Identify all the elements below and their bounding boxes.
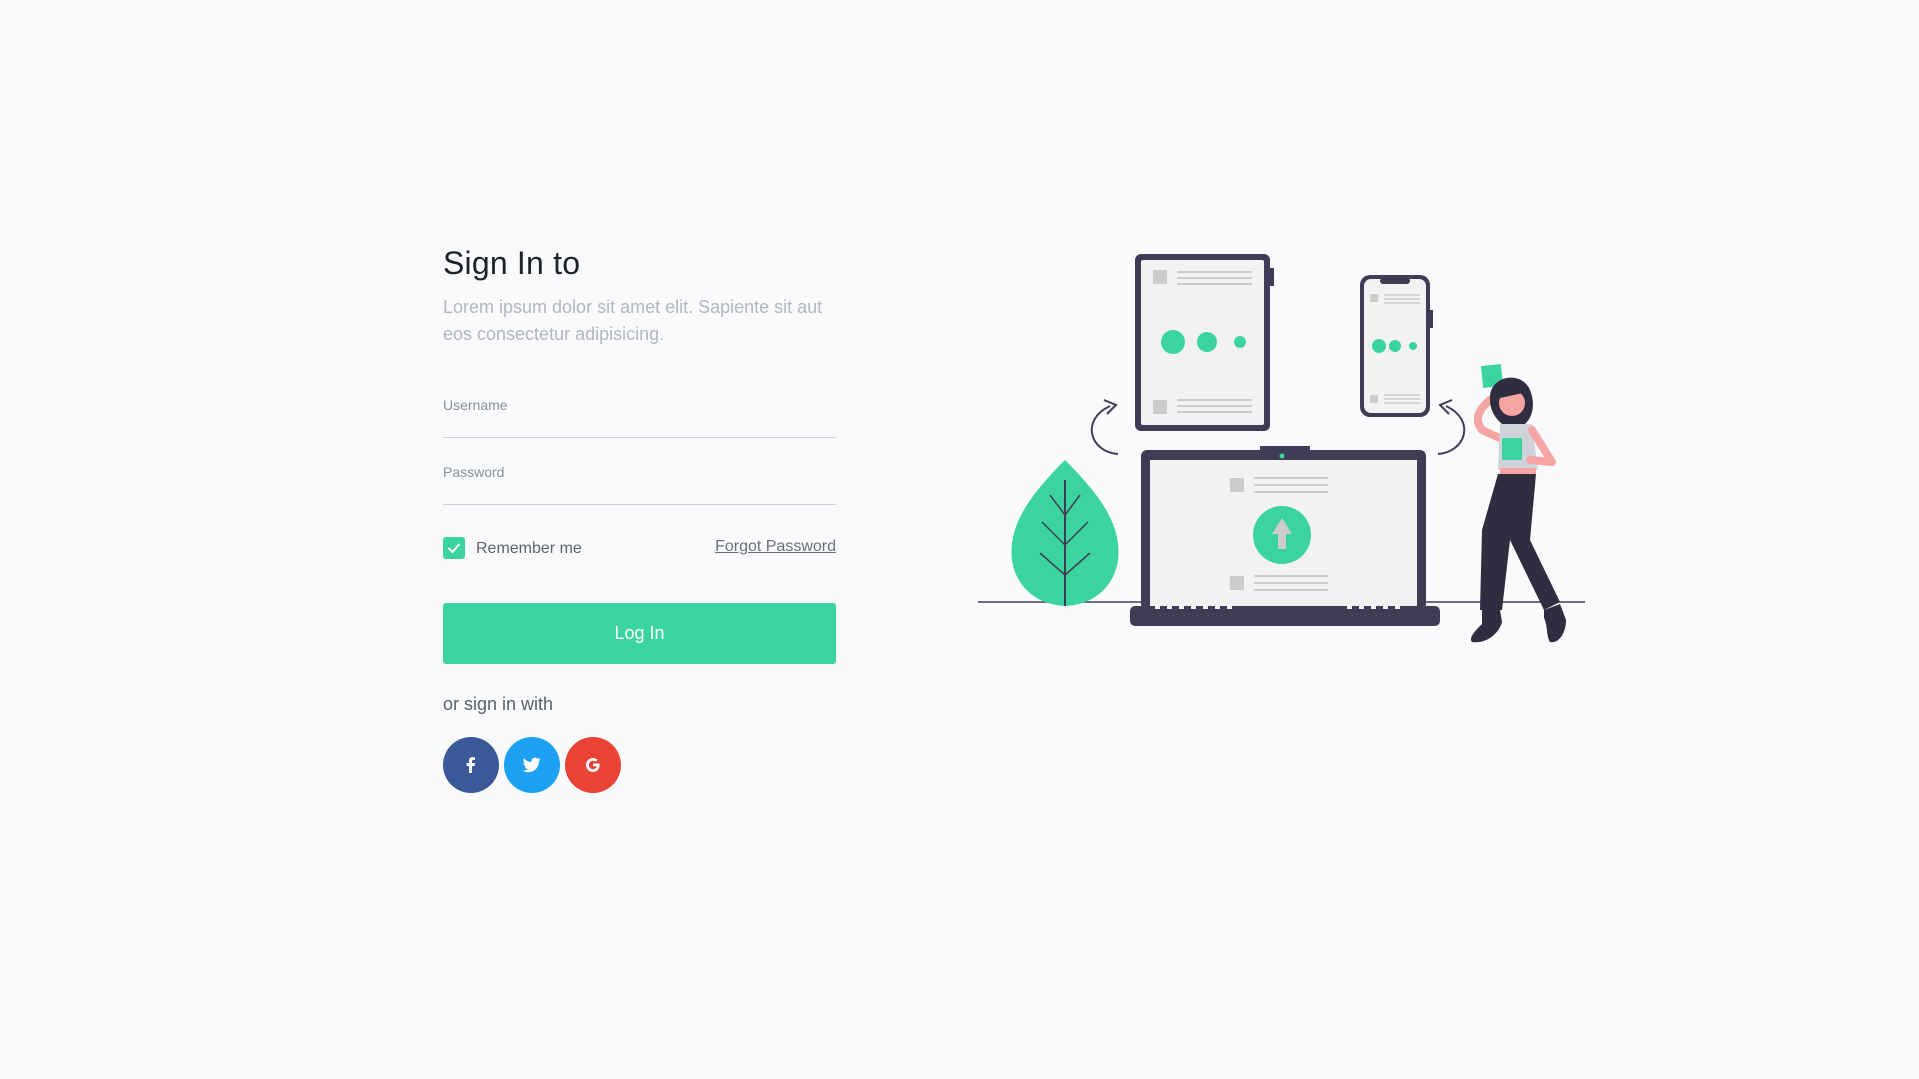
remember-me-label[interactable]: Remember me xyxy=(476,540,582,558)
login-button[interactable]: Log In xyxy=(443,603,836,664)
username-field-group: Username xyxy=(443,380,836,438)
login-page: Sign In to Lorem ipsum dolor sit amet el… xyxy=(0,0,1919,1079)
leaf-icon xyxy=(1011,460,1119,606)
sync-arrow-right-icon xyxy=(1437,399,1466,455)
phone-icon xyxy=(1360,275,1433,417)
laptop-icon xyxy=(1130,446,1440,626)
forgot-password-link[interactable]: Forgot Password xyxy=(715,538,836,556)
signin-form-panel: Sign In to Lorem ipsum dolor sit amet el… xyxy=(443,245,836,793)
page-subtitle: Lorem ipsum dolor sit amet elit. Sapient… xyxy=(443,297,823,344)
twitter-icon xyxy=(523,757,541,773)
sync-arrow-left-icon xyxy=(1090,399,1119,455)
page-title: Sign In to xyxy=(443,245,581,281)
check-icon xyxy=(448,543,460,553)
remember-row: Remember me Forgot Password xyxy=(443,535,836,561)
password-field-group: Password xyxy=(443,438,836,505)
password-input[interactable] xyxy=(443,476,836,500)
social-buttons xyxy=(443,737,836,793)
facebook-icon xyxy=(466,757,475,773)
google-icon xyxy=(586,758,600,772)
twitter-button[interactable] xyxy=(504,737,560,793)
facebook-button[interactable] xyxy=(443,737,499,793)
social-signin-prompt: or sign in with xyxy=(443,694,554,714)
google-button[interactable] xyxy=(565,737,621,793)
remember-me-checkbox[interactable] xyxy=(443,537,465,559)
devices-upload-illustration xyxy=(978,254,1585,643)
username-input[interactable] xyxy=(443,409,836,433)
tablet-icon xyxy=(1135,254,1274,431)
person-illustration xyxy=(1470,364,1566,643)
